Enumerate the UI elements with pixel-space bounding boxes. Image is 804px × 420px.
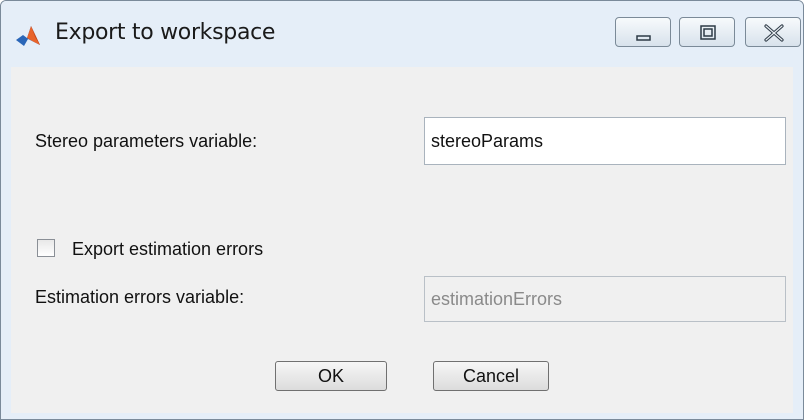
close-icon — [764, 24, 784, 42]
matlab-icon — [16, 26, 40, 46]
minimize-icon — [636, 35, 651, 41]
dialog-content: Stereo parameters variable: Export estim… — [11, 67, 793, 413]
stereo-params-label: Stereo parameters variable: — [35, 131, 258, 151]
stereo-params-input[interactable] — [424, 117, 786, 165]
title-bar[interactable]: Export to workspace — [1, 1, 803, 67]
export-dialog: Export to workspace Stereo parameters va… — [0, 0, 804, 420]
estimation-errors-input[interactable] — [424, 276, 786, 322]
cancel-button[interactable]: Cancel — [433, 361, 549, 391]
window-title: Export to workspace — [55, 20, 276, 45]
export-errors-label[interactable]: Export estimation errors — [72, 239, 263, 260]
maximize-icon — [700, 25, 716, 40]
export-errors-checkbox[interactable] — [37, 239, 55, 257]
close-button[interactable] — [745, 17, 801, 47]
ok-button[interactable]: OK — [275, 361, 387, 391]
maximize-button[interactable] — [679, 17, 735, 47]
minimize-button[interactable] — [615, 17, 671, 47]
estimation-errors-label: Estimation errors variable: — [35, 287, 245, 307]
